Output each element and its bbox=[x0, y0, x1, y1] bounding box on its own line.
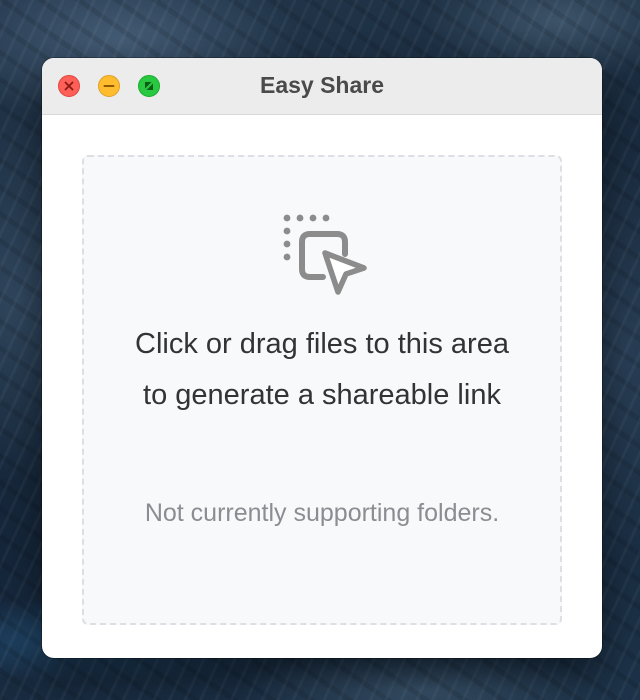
title-bar[interactable]: Easy Share bbox=[42, 58, 602, 115]
dropzone-note: Not currently supporting folders. bbox=[144, 499, 500, 527]
window-content: Click or drag files to this area to gene… bbox=[42, 115, 602, 658]
easy-share-window: Easy Share Click or drag files to this a… bbox=[42, 58, 602, 658]
window-title: Easy Share bbox=[259, 72, 385, 98]
drag-drop-cursor-icon bbox=[283, 214, 367, 295]
file-drop-zone[interactable]: Click or drag files to this area to gene… bbox=[82, 155, 562, 625]
dropzone-instructions: Click or drag files to this area to gene… bbox=[135, 328, 509, 411]
